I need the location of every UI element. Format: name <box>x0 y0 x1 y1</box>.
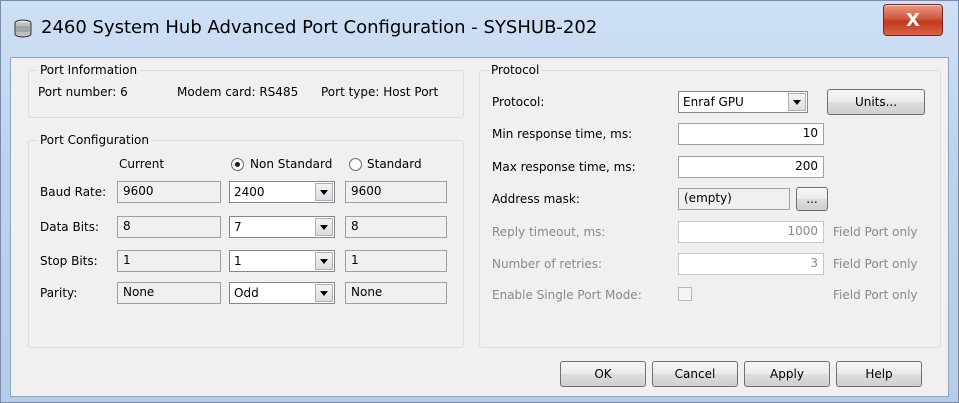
ok-button[interactable]: OK <box>560 361 646 387</box>
close-button[interactable]: X <box>883 4 943 36</box>
protocol-group: Protocol Protocol: Enraf GPU Units... Mi… <box>479 63 941 348</box>
retries-field: 3 <box>678 253 824 275</box>
reply-timeout-label: Reply timeout, ms: <box>492 225 606 239</box>
chevron-down-icon[interactable] <box>788 93 806 111</box>
baud-rate-label: Baud Rate: <box>40 185 107 199</box>
dialog-client-area: Port Information Port number: 6 Modem ca… <box>10 57 949 397</box>
port-configuration-title: Port Configuration <box>38 133 151 147</box>
non-standard-label[interactable]: Non Standard <box>250 157 342 171</box>
modem-card-text: Modem card: RS485 <box>177 85 299 99</box>
address-mask-field: (empty) <box>678 188 790 210</box>
single-port-field-port-note: Field Port only <box>833 288 918 302</box>
max-response-label: Max response time, ms: <box>492 160 636 174</box>
baud-rate-standard-field: 9600 <box>345 181 447 203</box>
cancel-button[interactable]: Cancel <box>652 361 738 387</box>
parity-select[interactable]: Odd <box>229 282 335 304</box>
stop-bits-select-value: 1 <box>234 254 242 268</box>
parity-select-value: Odd <box>234 286 259 300</box>
port-number-text: Port number: 6 <box>38 85 128 99</box>
reply-timeout-field: 1000 <box>678 221 824 243</box>
apply-button[interactable]: Apply <box>744 361 830 387</box>
non-standard-radio[interactable] <box>231 158 244 171</box>
retries-label: Number of retries: <box>492 257 603 271</box>
port-information-title: Port Information <box>38 63 140 77</box>
stop-bits-label: Stop Bits: <box>40 254 98 268</box>
chevron-down-icon[interactable] <box>315 218 333 236</box>
baud-rate-select[interactable]: 2400 <box>229 181 335 203</box>
protocol-select[interactable]: Enraf GPU <box>678 91 808 113</box>
port-information-group: Port Information Port number: 6 Modem ca… <box>28 63 464 118</box>
standard-radio[interactable] <box>349 158 362 171</box>
port-type-text: Port type: Host Port <box>321 85 439 99</box>
parity-standard-field: None <box>345 282 447 304</box>
single-port-mode-label: Enable Single Port Mode: <box>492 288 642 302</box>
min-response-field[interactable]: 10 <box>678 123 824 145</box>
chevron-down-icon[interactable] <box>315 284 333 302</box>
dialog-window: 2460 System Hub Advanced Port Configurat… <box>0 0 959 403</box>
single-port-mode-checkbox <box>678 287 692 301</box>
parity-label: Parity: <box>40 286 78 300</box>
data-bits-select[interactable]: 7 <box>229 216 335 238</box>
data-bits-current-field: 8 <box>117 216 221 238</box>
window-title: 2460 System Hub Advanced Port Configurat… <box>41 17 598 38</box>
baud-rate-current-field: 9600 <box>117 181 221 203</box>
protocol-title: Protocol <box>489 63 542 77</box>
close-icon: X <box>906 9 920 31</box>
protocol-label: Protocol: <box>492 95 545 109</box>
data-bits-standard-field: 8 <box>345 216 447 238</box>
units-button[interactable]: Units... <box>827 89 925 115</box>
title-bar[interactable]: 2460 System Hub Advanced Port Configurat… <box>1 1 958 57</box>
help-button[interactable]: Help <box>836 361 922 387</box>
min-response-label: Min response time, ms: <box>492 127 633 141</box>
max-response-field[interactable]: 200 <box>678 156 824 178</box>
chevron-down-icon[interactable] <box>315 183 333 201</box>
reply-timeout-field-port-note: Field Port only <box>833 225 918 239</box>
data-bits-select-value: 7 <box>234 220 242 234</box>
standard-label[interactable]: Standard <box>367 157 422 171</box>
retries-field-port-note: Field Port only <box>833 257 918 271</box>
address-mask-label: Address mask: <box>492 192 580 206</box>
chevron-down-icon[interactable] <box>315 252 333 270</box>
protocol-select-value: Enraf GPU <box>683 95 744 109</box>
data-bits-label: Data Bits: <box>40 220 100 234</box>
stop-bits-select[interactable]: 1 <box>229 250 335 272</box>
app-icon <box>13 19 33 39</box>
stop-bits-current-field: 1 <box>117 250 221 272</box>
parity-current-field: None <box>117 282 221 304</box>
address-mask-browse-button[interactable]: ... <box>796 187 828 211</box>
baud-rate-select-value: 2400 <box>234 185 265 199</box>
stop-bits-standard-field: 1 <box>345 250 447 272</box>
port-configuration-group: Port Configuration Current Non Standard … <box>28 133 464 348</box>
current-header: Current <box>119 157 165 171</box>
